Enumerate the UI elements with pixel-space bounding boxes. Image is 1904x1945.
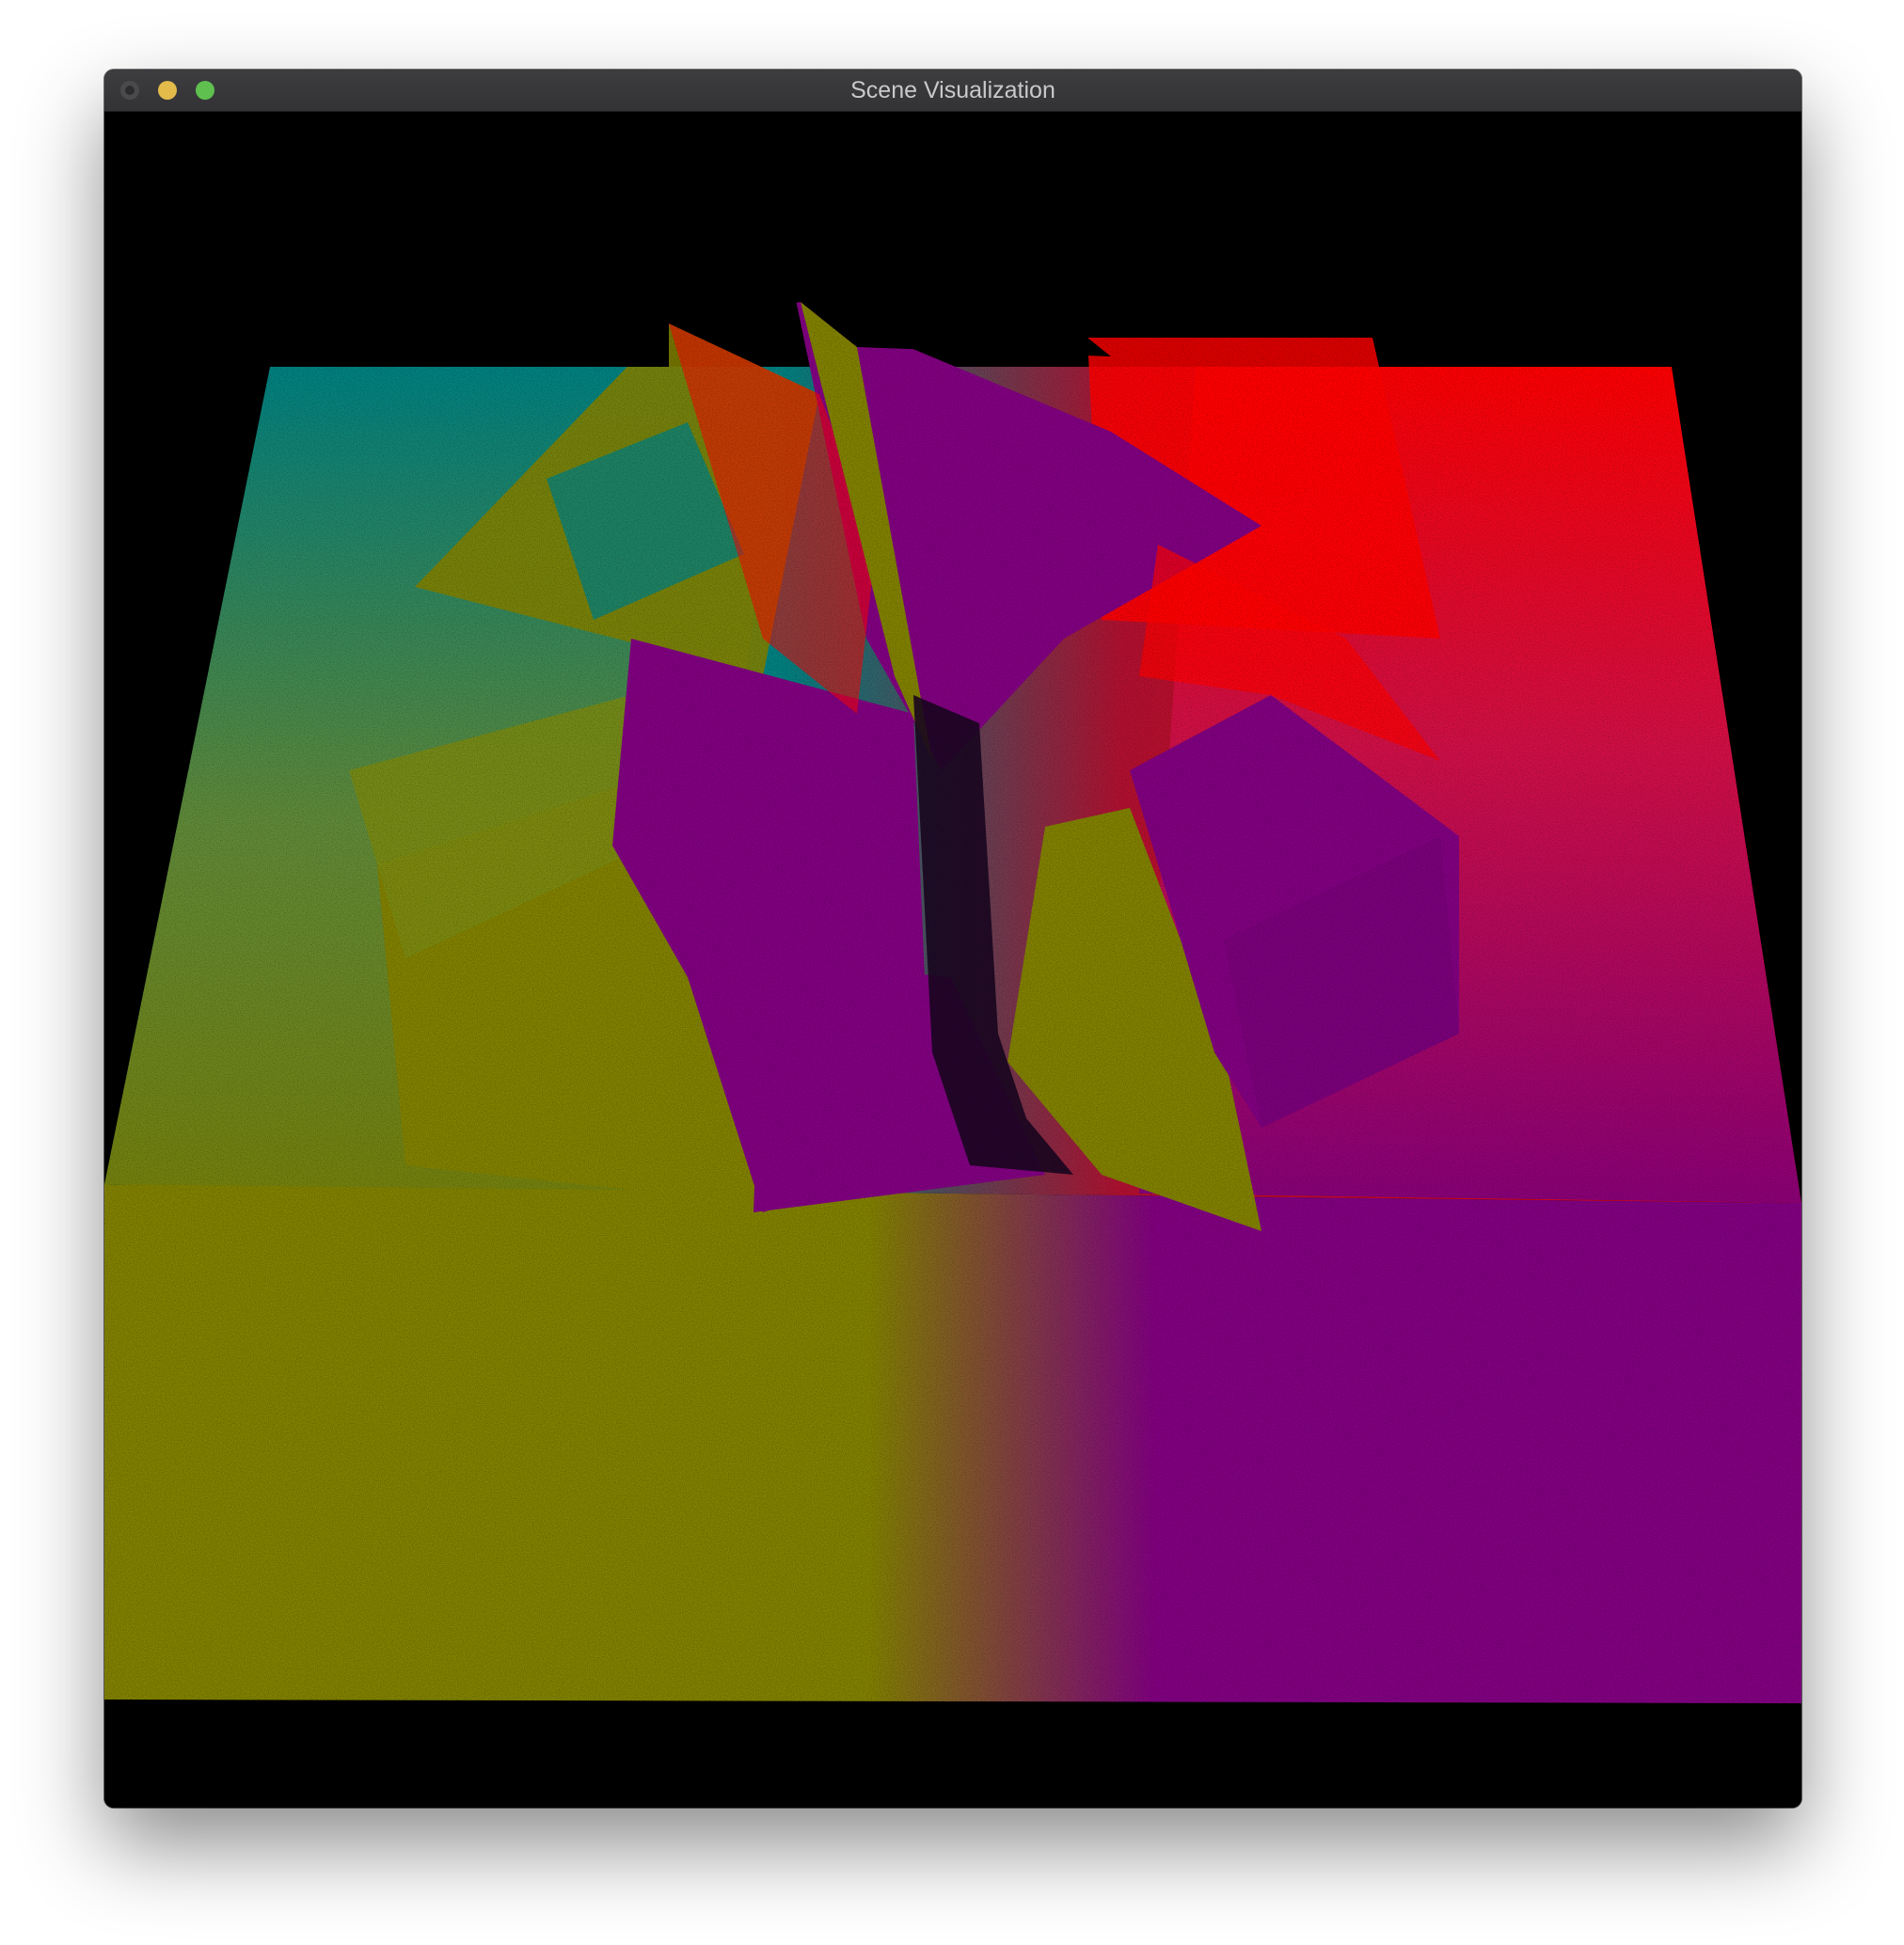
window-title: Scene Visualization	[850, 77, 1055, 103]
title-bar[interactable]: Scene Visualization	[104, 70, 1801, 112]
point-cloud-render	[104, 112, 1801, 1808]
app-window: Scene Visualization	[104, 70, 1801, 1808]
point-noise-overlay	[104, 300, 1801, 1703]
bottom-black-band	[104, 1703, 1801, 1808]
3d-viewport[interactable]	[104, 112, 1801, 1808]
